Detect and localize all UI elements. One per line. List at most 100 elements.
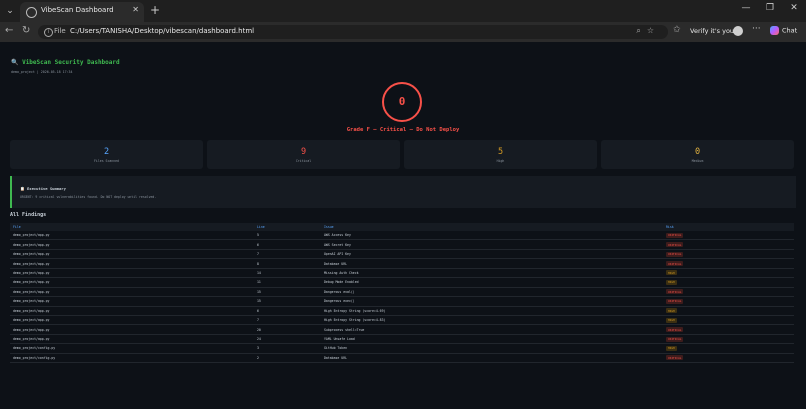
cell-file: demo_project/config.py	[10, 353, 254, 364]
cell-issue: High Entropy String (score=4.83)	[321, 315, 663, 326]
copilot-chat-button[interactable]: Chat	[770, 26, 797, 35]
cell-line: 5	[254, 231, 321, 241]
address-bar-icons[interactable]: ⌕☆	[636, 26, 660, 36]
table-row: demo_project/app.py 24 YAML Unsafe Load CRI…	[10, 334, 794, 345]
copilot-icon	[770, 26, 779, 35]
cell-risk: CRITICAL	[663, 287, 794, 298]
table-row: demo_project/app.py 15 Dangerous eval() CRI…	[10, 287, 794, 298]
cell-issue: High Entropy String (score=4.69)	[321, 306, 663, 316]
cell-line: 6	[254, 306, 321, 316]
table-row: demo_project/config.py 3 GitHub Token HIGH	[10, 343, 794, 354]
stat-label: Medium	[691, 159, 704, 163]
window-close-icon[interactable]: ✕	[786, 3, 802, 13]
stat-value: 0	[694, 147, 701, 157]
cell-risk: CRITICAL	[663, 231, 794, 241]
cell-file: demo_project/app.py	[10, 258, 254, 269]
cell-line: 7	[254, 249, 321, 260]
cell-line: 7	[254, 315, 321, 326]
cell-line: 14	[254, 268, 321, 279]
column-header-risk: Risk	[663, 223, 794, 231]
cell-risk: HIGH	[663, 306, 794, 316]
tab-vibescan-dashboard[interactable]: VibeScan Dashboard ✕	[20, 2, 144, 22]
dashboard-page: 🔍 VibeScan Security Dashboard demo_proje…	[0, 42, 806, 409]
stat-value: 5	[497, 147, 504, 157]
cell-file: demo_project/config.py	[10, 343, 254, 354]
column-header-issue: Issue	[321, 223, 663, 231]
security-score: 0	[382, 82, 422, 122]
cell-issue: Database URL	[321, 353, 663, 364]
table-row: demo_project/config.py 2 Database URL CRITI…	[10, 353, 794, 364]
table-row: demo_project/app.py 6 AWS Secret Key CRITIC…	[10, 239, 794, 250]
cell-line: 15	[254, 287, 321, 298]
cell-risk: CRITICAL	[663, 324, 794, 335]
address-toolbar: ← ↻ i File C:/Users/TANISHA/Desktop/vibe…	[0, 22, 806, 42]
new-tab-icon[interactable]: +	[150, 3, 160, 17]
cell-line: 11	[254, 277, 321, 288]
cell-file: demo_project/app.py	[10, 287, 254, 298]
cell-line: 24	[254, 334, 321, 345]
risk-badge: HIGH	[666, 279, 677, 285]
cell-file: demo_project/app.py	[10, 296, 254, 307]
cell-issue: Debug Mode Enabled	[321, 277, 663, 288]
stat-label: Critical	[295, 159, 312, 163]
cell-file: demo_project/app.py	[10, 277, 254, 288]
cell-risk: HIGH	[663, 315, 794, 326]
risk-badge: HIGH	[666, 345, 677, 351]
table-row: demo_project/app.py 8 Database URL CRITICAL	[10, 258, 794, 269]
table-row: demo_project/app.py 15 Dangerous exec() CRI…	[10, 296, 794, 307]
tab-title: VibeScan Dashboard	[41, 6, 114, 14]
cell-line: 20	[254, 324, 321, 335]
cell-file: demo_project/app.py	[10, 249, 254, 260]
restore-icon[interactable]: ❐	[762, 3, 778, 13]
cell-line: 3	[254, 343, 321, 354]
cell-line: 15	[254, 296, 321, 307]
cell-issue: Dangerous eval()	[321, 287, 663, 298]
risk-badge: CRITICAL	[666, 289, 684, 295]
risk-badge: CRITICAL	[666, 355, 684, 361]
risk-badge: CRITICAL	[666, 298, 684, 304]
stat-value: 2	[103, 147, 110, 157]
stat-card-critical: 9 Critical	[207, 140, 400, 169]
cell-issue: Subprocess shell=True	[321, 324, 663, 335]
url-scheme: File	[54, 27, 66, 35]
findings-table: File Line Issue Risk demo_project/app.py…	[10, 223, 794, 364]
table-row: demo_project/app.py 6 High Entropy String …	[10, 306, 794, 316]
table-row: demo_project/app.py 7 OpenAI API Key CRITIC…	[10, 249, 794, 260]
more-menu-icon[interactable]: ···	[752, 24, 761, 34]
cell-file: demo_project/app.py	[10, 315, 254, 326]
minimize-icon[interactable]: —	[738, 3, 754, 13]
chat-label: Chat	[782, 26, 798, 35]
stat-card-high: 5 High	[404, 140, 597, 169]
profile-verify-label[interactable]: Verify it's you	[690, 27, 734, 35]
risk-badge: CRITICAL	[666, 336, 684, 342]
info-icon[interactable]: i	[44, 28, 53, 37]
reload-icon[interactable]: ↻	[22, 25, 30, 36]
url-text[interactable]: C:/Users/TANISHA/Desktop/vibescan/dashbo…	[70, 27, 254, 35]
cell-risk: CRITICAL	[663, 249, 794, 260]
back-icon[interactable]: ←	[5, 25, 13, 36]
tab-list-chevron-icon[interactable]: ⌄	[3, 4, 17, 18]
table-header-row: File Line Issue Risk	[10, 223, 794, 231]
risk-badge: HIGH	[666, 270, 677, 276]
cell-issue: Database URL	[321, 258, 663, 269]
column-header-line: Line	[254, 223, 321, 231]
close-tab-icon[interactable]: ✕	[132, 5, 139, 14]
globe-icon	[26, 7, 37, 18]
cell-issue: AWS Access Key	[321, 231, 663, 241]
cell-issue: Dangerous exec()	[321, 296, 663, 307]
risk-badge: CRITICAL	[666, 261, 684, 267]
findings-table-body: demo_project/app.py 5 AWS Access Key CRITIC…	[10, 231, 794, 364]
risk-badge: HIGH	[666, 317, 677, 323]
cell-line: 6	[254, 239, 321, 250]
cell-issue: OpenAI API Key	[321, 249, 663, 260]
avatar[interactable]	[733, 26, 743, 36]
tab-bar: ⌄ VibeScan Dashboard ✕ + — ❐ ✕	[0, 0, 806, 22]
cell-risk: CRITICAL	[663, 353, 794, 364]
risk-badge: HIGH	[666, 308, 677, 314]
stat-card-medium: 0 Medium	[601, 140, 794, 169]
favorites-icon[interactable]: ✩	[673, 25, 681, 35]
cell-risk: CRITICAL	[663, 296, 794, 307]
cell-issue: Missing Auth Check	[321, 268, 663, 279]
cell-file: demo_project/app.py	[10, 268, 254, 279]
address-bar[interactable]: i File C:/Users/TANISHA/Desktop/vibescan…	[38, 25, 668, 39]
